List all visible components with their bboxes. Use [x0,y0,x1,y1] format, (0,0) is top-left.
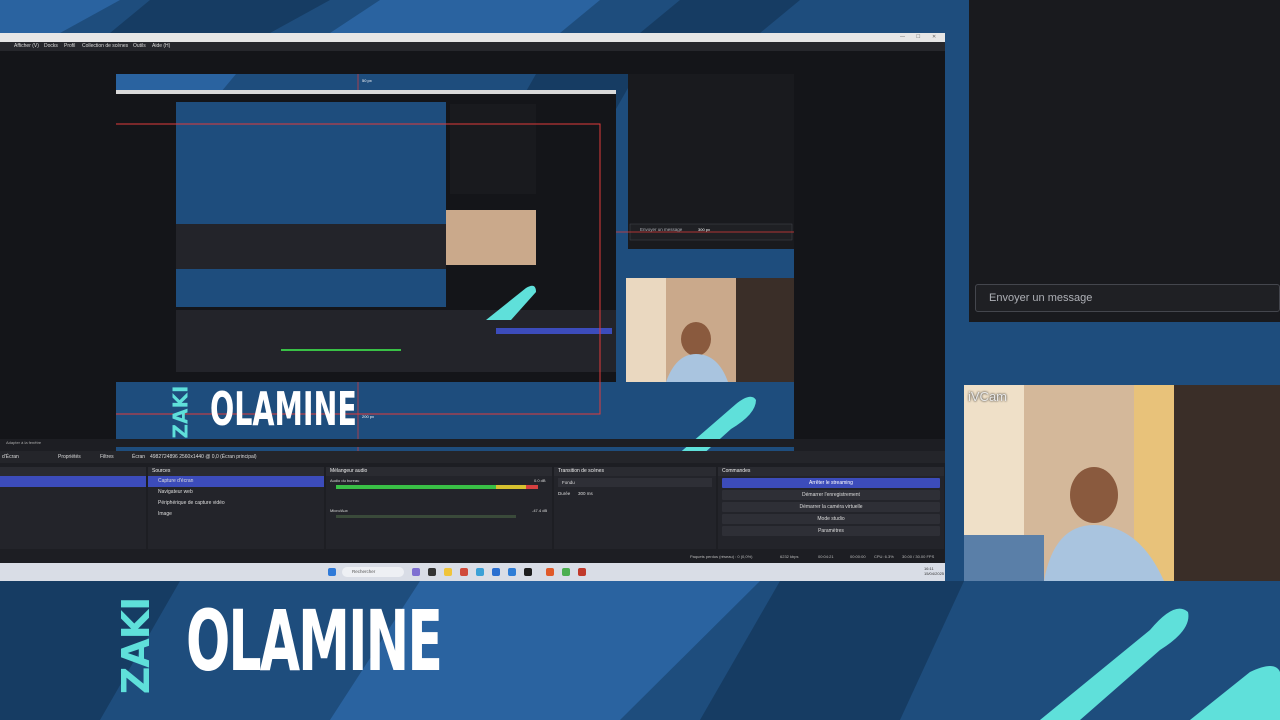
taskbar-date: 15/04/2025 [924,571,945,576]
measure-bottom: 200 px [362,414,375,419]
minimize-icon[interactable]: — [900,34,905,40]
controls-dock: Commandes Arrêter le streaming Démarrer … [718,467,944,549]
app-icon[interactable] [428,568,436,576]
menu-afficher[interactable]: Afficher (V) [14,43,39,49]
virtual-camera-button[interactable]: Démarrer la caméra virtuelle [722,502,940,512]
title-bar: — ☐ ✕ [0,33,945,42]
menu-bar: Afficher (V) Docks Profil Collection de … [0,42,945,51]
mixer-ch2-label: Micro/Aux [330,508,348,513]
mixer-ch1-meter [336,485,496,489]
scene-item[interactable] [0,476,146,487]
scenes-dock [0,467,146,549]
start-icon[interactable] [328,568,336,576]
display-select[interactable]: 4982724896 2560x1440 @ 0,0 (Écran princi… [150,454,257,460]
status-dropped: Paquets perdus (réseau) : 0 (0,0%) [690,554,753,559]
chat-input[interactable]: Envoyer un message [975,284,1280,312]
mixer-title: Mélangeur audio [326,467,552,476]
maximize-icon[interactable]: ☐ [916,34,920,40]
obs-window: — ☐ ✕ Afficher (V) Docks Profil Collecti… [0,33,945,581]
logo-zaki: ZAKI [114,597,158,695]
folder-icon[interactable] [444,568,452,576]
mixer-ch1-db: 0.0 dB [534,478,546,483]
duration-input[interactable]: 300 ms [578,489,593,498]
app-icon[interactable] [460,568,468,576]
app-icon[interactable] [578,568,586,576]
webcam-label: iVCam [968,389,1008,404]
chrome-icon[interactable] [562,568,570,576]
app-icon[interactable] [412,568,420,576]
display-label: Écran [132,454,146,460]
menu-profil[interactable]: Profil [64,43,75,49]
source-item[interactable]: Capture d'écran [148,476,324,487]
sources-dock: Sources Capture d'écran Navigateur web P… [148,467,324,549]
status-rec: 00:00:00 [850,554,866,559]
source-item[interactable]: Image [148,509,324,520]
source-toolbar: d'Écran Propriétés Filtres Écran 4982724… [0,451,945,463]
mixer-ch1-label: Audio du bureau [330,478,360,483]
transitions-dock: Transition de scènes Fondu Durée 300 ms [554,467,716,549]
transitions-title: Transition de scènes [554,467,716,476]
taskbar-search[interactable]: Rechercher [342,567,404,577]
chat-panel [969,0,1280,322]
controls-title: Commandes [718,467,944,476]
status-bitrate: 6232 kbps [780,554,799,559]
app-icon[interactable] [508,568,516,576]
properties-button[interactable]: Propriétés [58,454,81,460]
chat-placeholder: Envoyer un message [989,292,1093,304]
obs-icon[interactable] [524,568,532,576]
source-item[interactable]: Périphérique de capture vidéo [148,498,324,509]
settings-button[interactable]: Paramètres [722,526,940,536]
duration-label: Durée [558,491,571,496]
preview-dock-bar: Adapter à la fenêtre [0,439,945,447]
dock-title: Adapter à la fenêtre [6,440,42,445]
filters-button[interactable]: Filtres [100,454,114,460]
status-cpu: CPU: 6.3% [874,554,894,559]
logo-olamine: OLAMINE [186,592,443,690]
source-item[interactable]: Navigateur web [148,487,324,498]
close-icon[interactable]: ✕ [932,34,936,40]
canvas-logo-zaki: ZAKI [168,385,193,439]
sources-title: Sources [148,467,324,476]
menu-docks[interactable]: Docks [44,43,58,49]
status-fps: 30.00 / 30.00 FPS [902,554,935,559]
measure-top: 50 px [362,78,372,83]
webcam-image [964,385,1280,581]
transition-select[interactable]: Fondu [558,478,712,487]
mixer-ch2-meter [336,515,516,518]
canvas-chat-placeholder: Envoyer un message [640,227,683,232]
edge-icon[interactable] [476,568,484,576]
status-time: 00:04:21 [818,554,834,559]
menu-scenes[interactable]: Collection de scènes [82,43,128,49]
menu-outils[interactable]: Outils [133,43,146,49]
preview-canvas[interactable]: 50 px 300 px 200 px Envoyer un message Z… [116,74,794,456]
source-screen: d'Écran [2,454,19,460]
audio-mixer-dock: Mélangeur audio Audio du bureau 0.0 dB M… [326,467,552,549]
taskbar: Rechercher 16:11 15/04/2025 [0,563,945,581]
canvas-logo-olamine: OLAMINE [210,382,357,436]
mixer-ch2-db: -47.4 dB [532,508,548,513]
stop-streaming-button[interactable]: Arrêter le streaming [722,478,940,488]
measure-right: 300 px [698,227,711,232]
menu-aide[interactable]: Aide (H) [152,43,170,49]
status-bar: Paquets perdus (réseau) : 0 (0,0%) 6232 … [0,552,945,562]
app-icon[interactable] [492,568,500,576]
studio-mode-button[interactable]: Mode studio [722,514,940,524]
record-button[interactable]: Démarrer l'enregistrement [722,490,940,500]
preview-area[interactable]: 50 px 300 px 200 px Envoyer un message Z… [0,51,945,456]
webcam-feed: iVCam [964,385,1280,581]
app-icon[interactable] [546,568,554,576]
